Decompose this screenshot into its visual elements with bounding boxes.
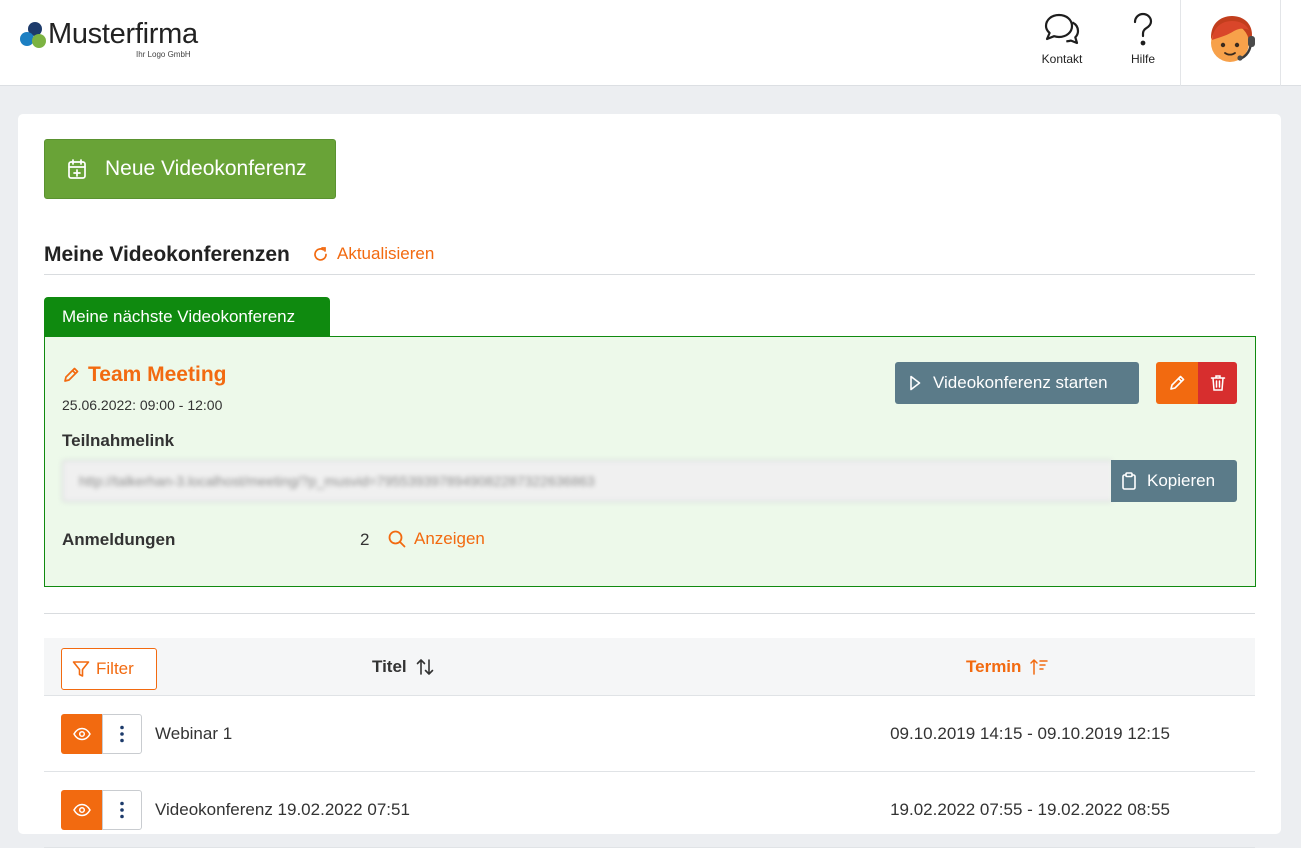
new-videoconference-button[interactable]: Neue Videokonferenz	[44, 139, 336, 199]
table-row: Videokonferenz 19.02.2022 07:51 19.02.20…	[44, 772, 1255, 848]
view-button[interactable]	[61, 714, 102, 754]
chat-bubbles-icon	[1044, 13, 1080, 45]
sort-descending-icon	[1030, 659, 1049, 675]
filter-icon	[72, 661, 90, 677]
row-date: 09.10.2019 14:15 - 09.10.2019 12:15	[890, 724, 1170, 743]
edit-conference-button[interactable]	[1156, 362, 1198, 404]
show-registrations-link[interactable]: Anzeigen	[388, 529, 485, 549]
refresh-icon	[314, 246, 327, 261]
header-divider	[1280, 0, 1281, 86]
column-title-header[interactable]: Titel	[372, 657, 435, 677]
next-conference-panel: Team Meeting 25.06.2022: 09:00 - 12:00 V…	[44, 336, 1256, 587]
view-button[interactable]	[61, 790, 102, 830]
copy-link-button[interactable]: Kopieren	[1111, 460, 1237, 502]
tab-next-conference[interactable]: Meine nächste Videokonferenz	[44, 297, 330, 337]
conference-title-link[interactable]: Team Meeting	[62, 363, 226, 387]
logo-icon	[18, 22, 48, 48]
row-date: 19.02.2022 07:55 - 19.02.2022 08:55	[890, 800, 1170, 819]
participation-link-label: Teilnahmelink	[62, 431, 175, 450]
support-agent-icon	[1211, 16, 1255, 62]
table-header: Filter Titel Termin	[44, 638, 1255, 696]
trash-icon	[1210, 375, 1225, 391]
contact-button[interactable]: Kontakt	[1030, 10, 1094, 72]
conference-date: 25.06.2022: 09:00 - 12:00	[62, 397, 223, 413]
top-bar: Musterfirma Ihr Logo GmbH Kontakt Hilfe	[0, 0, 1301, 86]
pencil-icon	[1170, 375, 1185, 390]
start-conference-label: Videokonferenz starten	[933, 373, 1108, 392]
column-date-header[interactable]: Termin	[966, 657, 1049, 677]
filter-label: Filter	[96, 659, 134, 678]
more-vertical-icon	[120, 725, 124, 743]
column-date-label: Termin	[966, 657, 1022, 676]
header-divider	[1180, 0, 1181, 86]
calendar-plus-icon	[68, 159, 86, 179]
main-card: Neue Videokonferenz Meine Videokonferenz…	[18, 114, 1281, 848]
eye-icon	[72, 803, 91, 817]
help-button[interactable]: Hilfe	[1111, 10, 1175, 72]
more-vertical-icon	[120, 801, 124, 819]
participation-link-field[interactable]	[62, 460, 1112, 502]
clipboard-icon	[1122, 472, 1136, 490]
play-icon	[910, 375, 921, 391]
refresh-label: Aktualisieren	[337, 244, 435, 263]
row-title: Videokonferenz 19.02.2022 07:51	[155, 800, 410, 819]
contact-label: Kontakt	[1041, 52, 1083, 66]
question-mark-icon	[1133, 12, 1153, 46]
divider	[44, 613, 1255, 614]
copy-link-label: Kopieren	[1147, 471, 1216, 490]
support-avatar[interactable]	[1203, 10, 1261, 68]
logo-name: Musterfirma	[48, 18, 198, 50]
help-label: Hilfe	[1130, 52, 1155, 66]
row-title: Webinar 1	[155, 724, 233, 743]
conference-title: Team Meeting	[88, 363, 227, 386]
filter-button[interactable]: Filter	[61, 648, 157, 690]
logo-subtitle: Ihr Logo GmbH	[136, 50, 191, 59]
column-title-label: Titel	[372, 657, 407, 676]
refresh-link[interactable]: Aktualisieren	[312, 244, 434, 264]
more-options-button[interactable]	[102, 790, 142, 830]
more-options-button[interactable]	[102, 714, 142, 754]
delete-conference-button[interactable]	[1198, 362, 1237, 404]
show-registrations-label: Anzeigen	[414, 529, 485, 548]
start-conference-button[interactable]: Videokonferenz starten	[895, 362, 1139, 404]
pencil-icon	[64, 367, 79, 382]
divider	[44, 274, 1255, 275]
section-title: Meine Videokonferenzen	[44, 243, 290, 266]
new-videoconference-label: Neue Videokonferenz	[105, 157, 307, 180]
eye-icon	[72, 727, 91, 741]
search-icon	[388, 530, 406, 548]
registrations-label: Anmeldungen	[62, 530, 176, 549]
sort-icon	[416, 659, 433, 675]
registrations-count: 2	[360, 530, 370, 549]
table-row: Webinar 1 09.10.2019 14:15 - 09.10.2019 …	[44, 696, 1255, 772]
